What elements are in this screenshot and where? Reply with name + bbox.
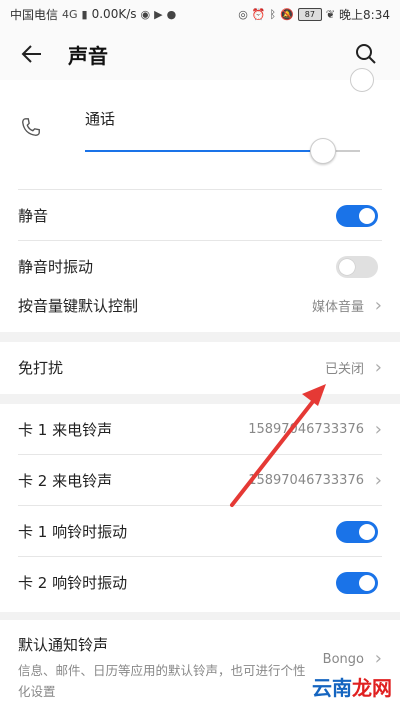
watermark-logo: 云南龙网 <box>312 676 392 700</box>
annotation-arrow <box>230 384 326 507</box>
